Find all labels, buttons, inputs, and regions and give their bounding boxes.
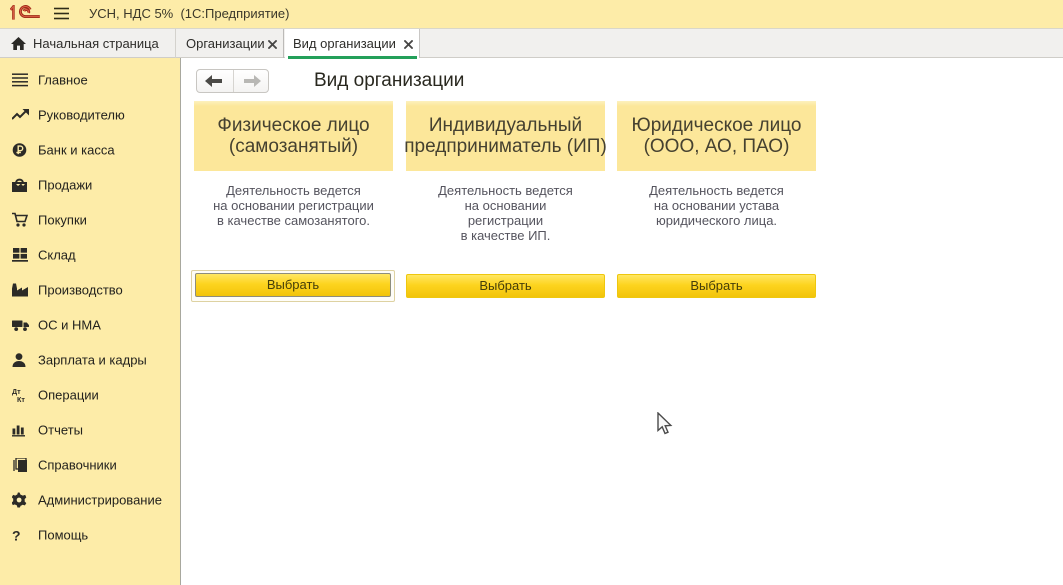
- svg-text:Кт: Кт: [17, 395, 25, 403]
- svg-text:?: ?: [12, 527, 21, 542]
